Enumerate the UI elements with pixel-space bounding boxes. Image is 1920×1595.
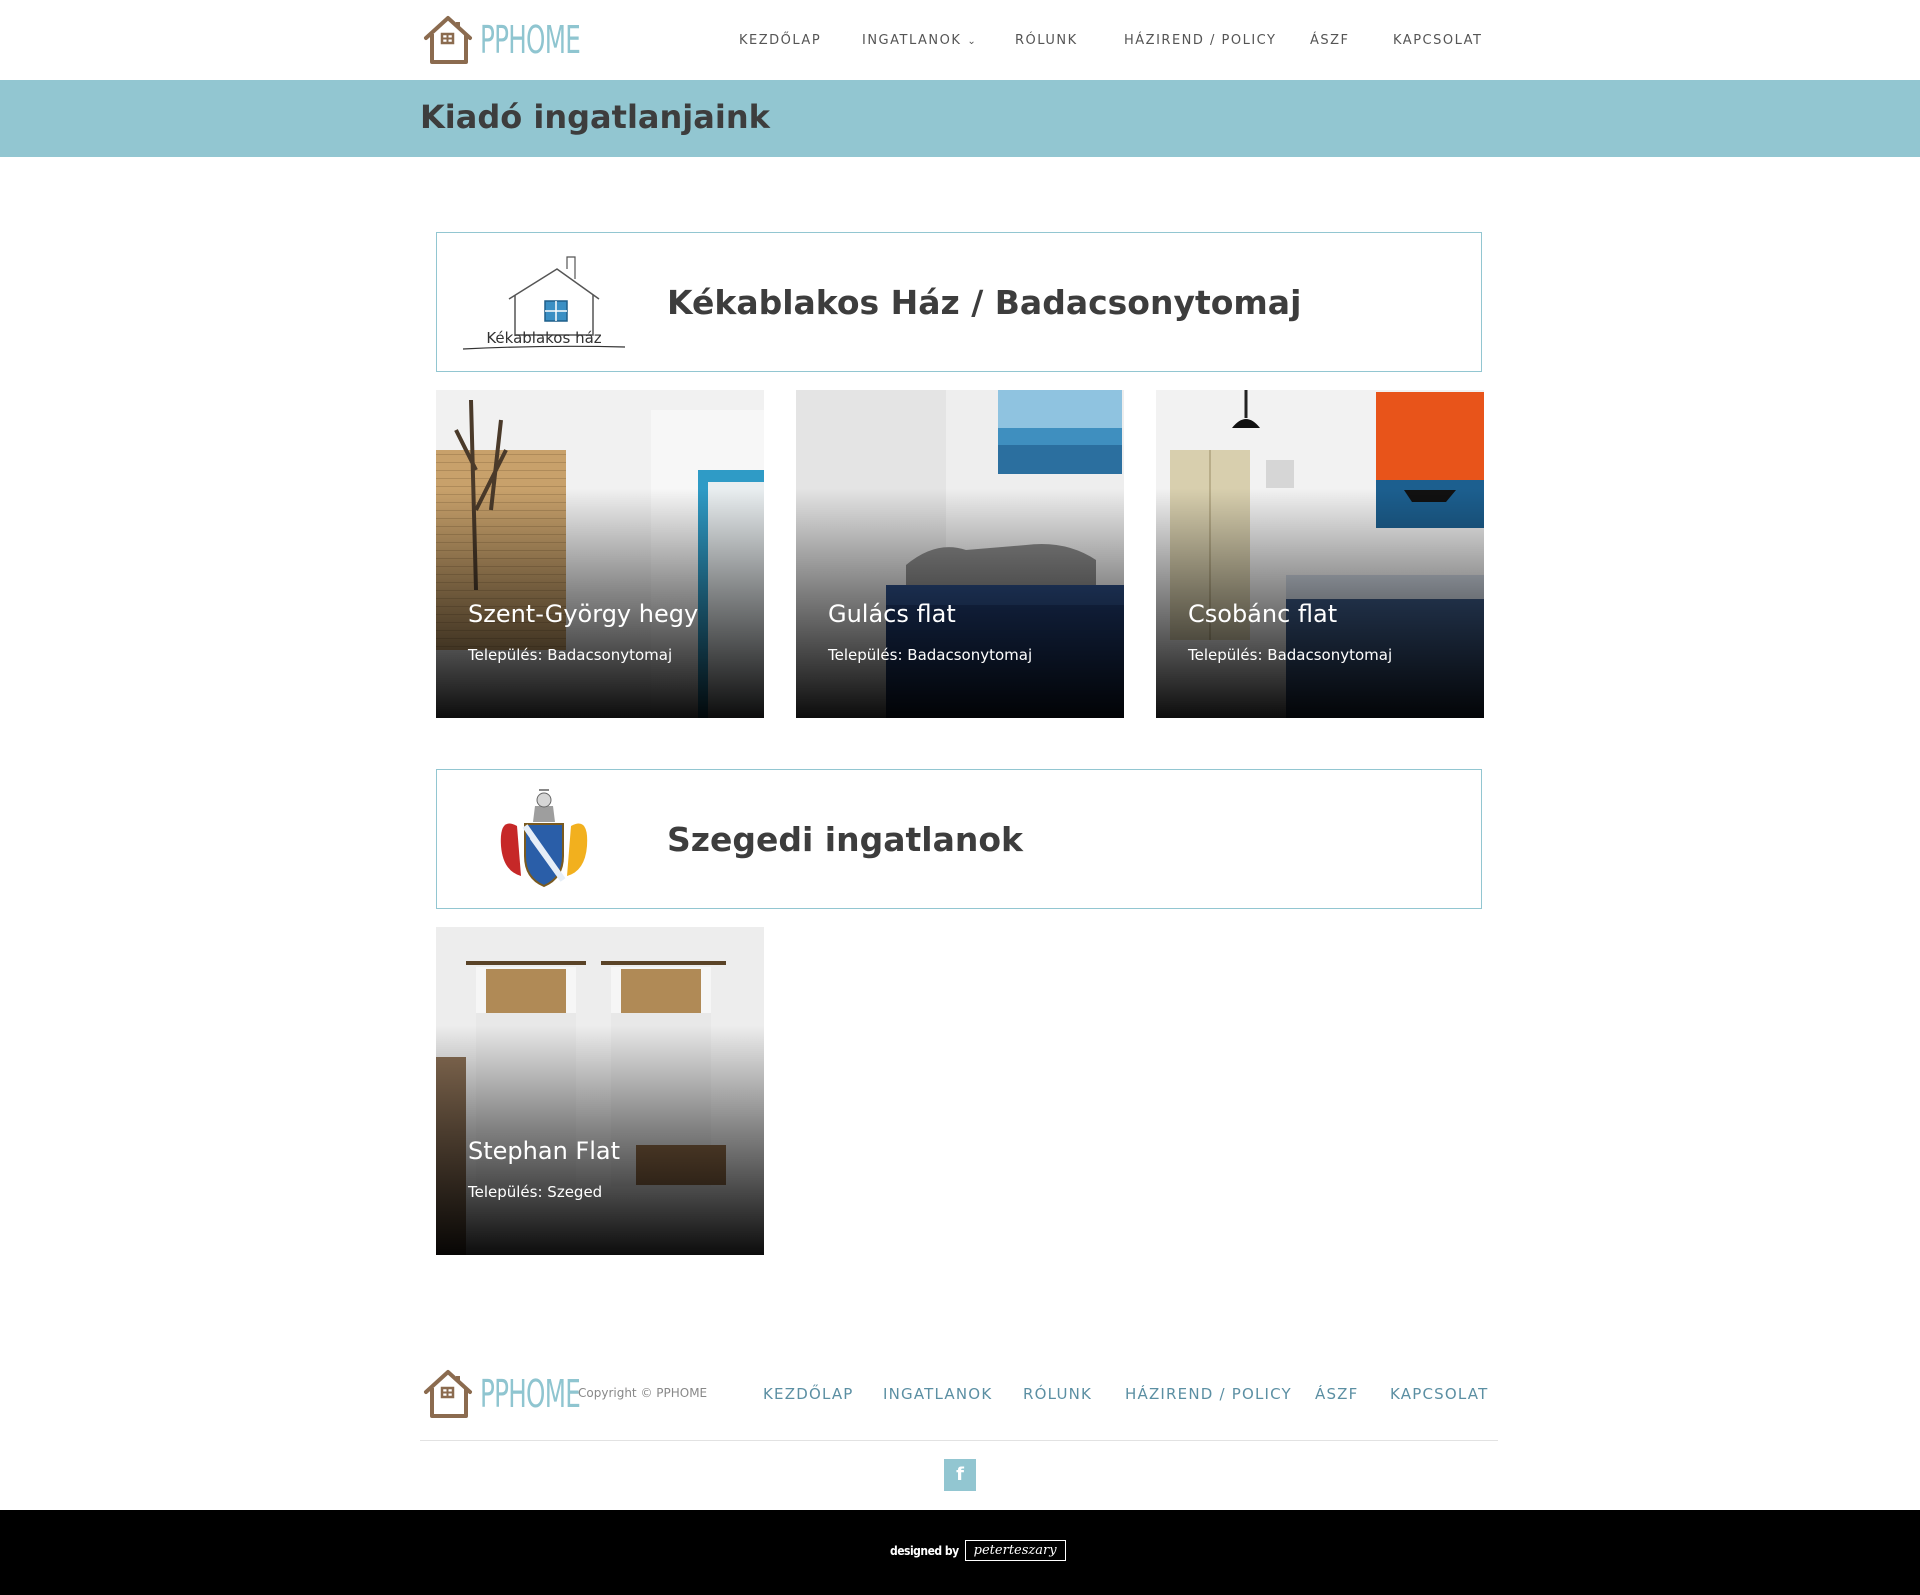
page-title: Kiadó ingatlanjaink — [420, 98, 770, 136]
footer-nav: KEZDŐLAP INGATLANOK RÓLUNK HÁZIREND / PO… — [0, 1384, 1920, 1404]
nav-ingatlanok[interactable]: INGATLANOK ⌄ — [862, 33, 977, 48]
main-nav: KEZDŐLAP INGATLANOK ⌄ RÓLUNK HÁZIREND / P… — [0, 0, 1920, 80]
footer-nav-aszf[interactable]: ÁSZF — [1315, 1385, 1359, 1403]
card-overlay — [436, 927, 764, 1255]
property-name: Gulács flat — [828, 600, 956, 628]
footer-nav-kapcsolat[interactable]: KAPCSOLAT — [1390, 1385, 1488, 1403]
footer-nav-rolunk[interactable]: RÓLUNK — [1023, 1385, 1092, 1403]
footer-nav-kezdolap[interactable]: KEZDŐLAP — [763, 1385, 854, 1403]
facebook-icon[interactable]: f — [944, 1459, 976, 1491]
property-location: Település: Badacsonytomaj — [468, 646, 673, 664]
szeged-coat-of-arms-icon — [500, 789, 588, 888]
header: PPHOME KEZDŐLAP INGATLANOK ⌄ RÓLUNK HÁZIR… — [0, 0, 1920, 80]
property-card-gulacs[interactable]: Gulács flat Település: Badacsonytomaj — [796, 390, 1124, 718]
property-card-csobanc[interactable]: Csobánc flat Település: Badacsonytomaj — [1156, 390, 1484, 718]
nav-rolunk[interactable]: RÓLUNK — [1015, 33, 1078, 48]
property-name: Szent-György hegy — [468, 600, 699, 628]
section-title-szeged: Szegedi ingatlanok — [667, 820, 1023, 859]
property-card-stephan[interactable]: Stephan Flat Település: Szeged — [436, 927, 764, 1255]
property-location: Település: Badacsonytomaj — [1188, 646, 1393, 664]
nav-ingatlanok-label: INGATLANOK — [862, 32, 962, 48]
chevron-down-icon: ⌄ — [967, 35, 978, 47]
card-overlay — [796, 390, 1124, 718]
property-name: Csobánc flat — [1188, 600, 1338, 628]
property-location: Település: Szeged — [468, 1183, 603, 1201]
nav-kapcsolat[interactable]: KAPCSOLAT — [1393, 33, 1482, 48]
property-card-szent-gyorgy[interactable]: Szent-György hegy Település: Badacsonyto… — [436, 390, 764, 718]
kekablakos-logo-text: Kékablakos ház — [486, 329, 601, 347]
designer-signature: peterteszary — [964, 1540, 1066, 1561]
footer-nav-ingatlanok[interactable]: INGATLANOK — [883, 1385, 992, 1403]
kekablakos-logo-icon: Kékablakos ház — [462, 256, 626, 350]
designer-credit[interactable]: designed by peterteszary — [890, 1540, 1066, 1561]
section-header-kekablakos[interactable]: Kékablakos ház Kékablakos Ház / Badacson… — [436, 232, 1482, 372]
footer-nav-hazirend[interactable]: HÁZIREND / POLICY — [1125, 1385, 1292, 1403]
property-location: Település: Badacsonytomaj — [828, 646, 1033, 664]
section-header-szeged[interactable]: Szegedi ingatlanok — [436, 769, 1482, 909]
nav-kezdolap[interactable]: KEZDŐLAP — [739, 33, 821, 48]
section-title-kekablakos: Kékablakos Ház / Badacsonytomaj — [667, 283, 1302, 322]
page-title-bar: Kiadó ingatlanjaink — [0, 80, 1920, 157]
card-overlay — [1156, 390, 1484, 718]
nav-aszf[interactable]: ÁSZF — [1310, 33, 1350, 48]
footer-divider — [420, 1440, 1498, 1441]
card-overlay — [436, 390, 764, 718]
nav-hazirend[interactable]: HÁZIREND / POLICY — [1124, 33, 1276, 48]
designed-by-label: designed by — [890, 1543, 959, 1558]
property-name: Stephan Flat — [468, 1137, 620, 1165]
